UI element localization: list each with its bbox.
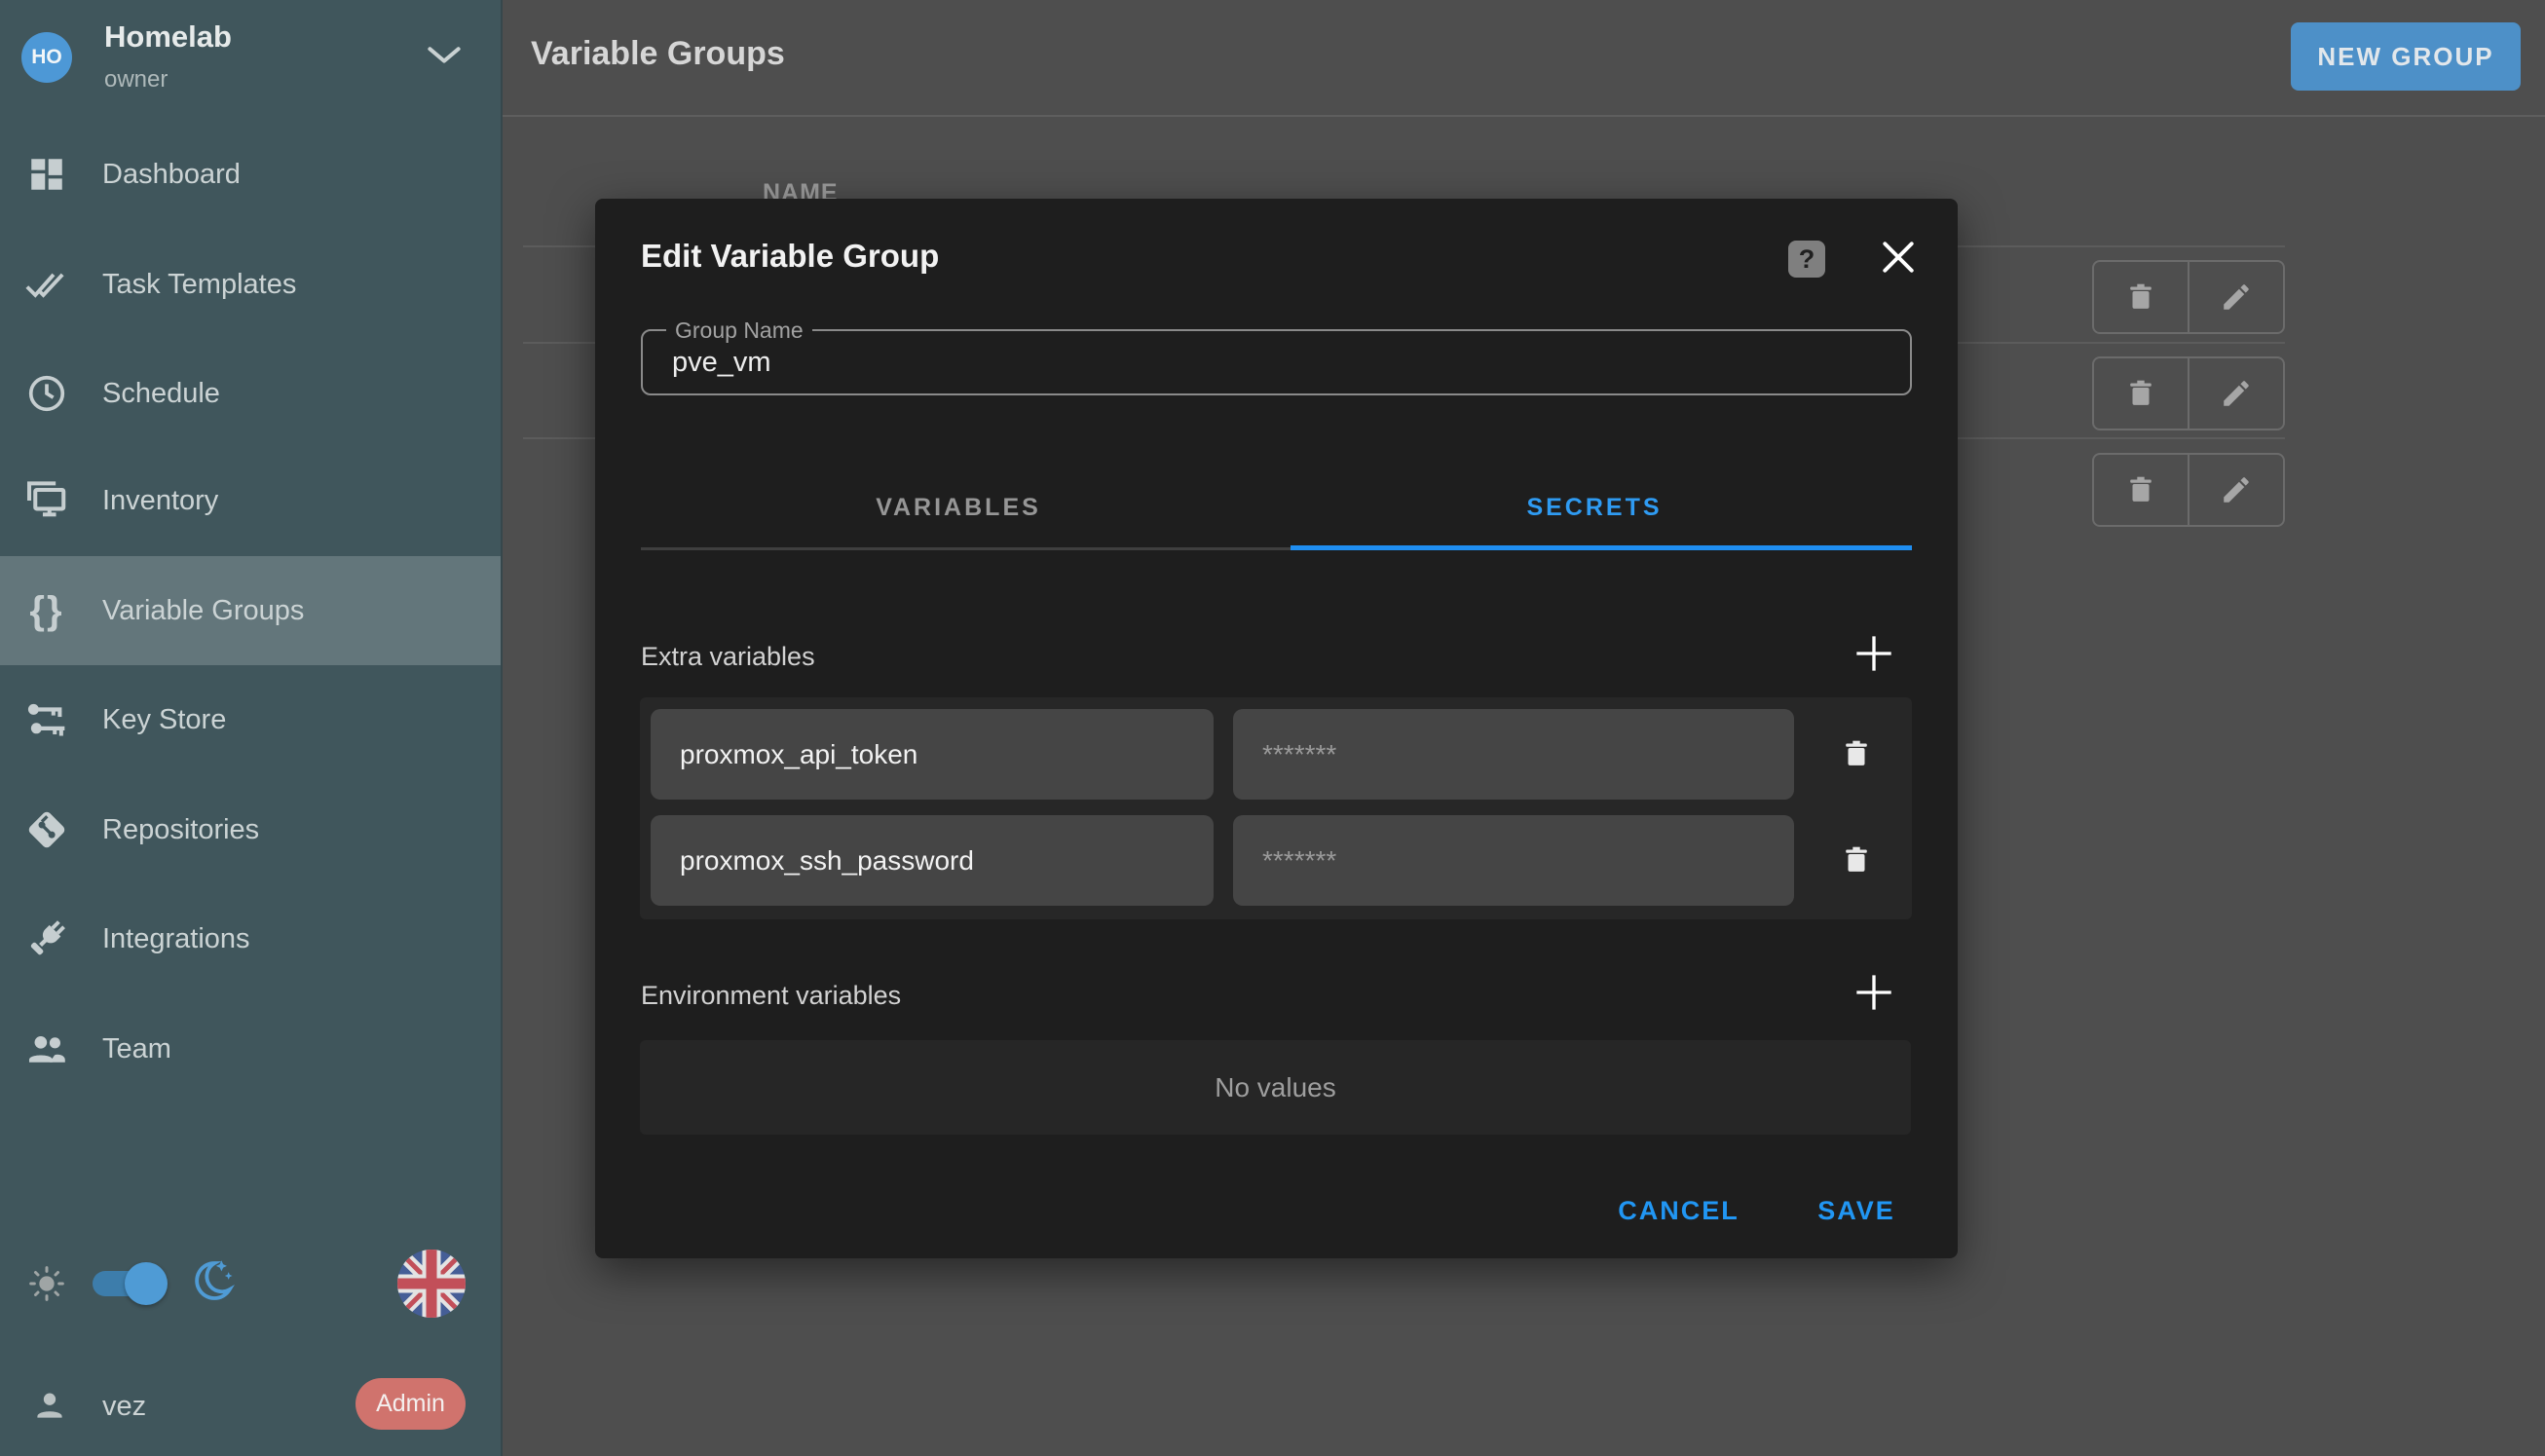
monitor-icon [24,478,69,523]
delete-group-button[interactable] [2094,358,2188,429]
workspace-avatar[interactable]: HO [21,32,72,83]
plus-icon [1853,972,1894,1013]
app-root: HO Homelab owner Dashboard Task Template… [0,0,2545,1456]
delete-group-button[interactable] [2094,262,2188,332]
pencil-icon [2220,280,2253,314]
extra-variables-label: Extra variables [641,642,815,672]
edit-variable-group-dialog: Edit Variable Group ? Group Name VARIABL… [595,199,1958,1258]
add-environment-variable-button[interactable] [1853,972,1894,1013]
secret-value-input[interactable] [1233,709,1794,800]
tab-underline-inactive [641,547,1291,550]
close-icon[interactable] [1883,242,1914,273]
sidebar-item-schedule[interactable]: Schedule [0,339,501,448]
table-row-actions [2092,260,2285,334]
secret-value-input[interactable] [1233,815,1794,906]
help-icon[interactable]: ? [1788,241,1825,278]
tab-secrets[interactable]: SECRETS [1277,467,1912,547]
page-title: Variable Groups [531,35,785,73]
trash-icon [1840,737,1873,770]
people-icon [24,1027,69,1071]
edit-group-button[interactable] [2188,455,2283,525]
delete-secret-button[interactable] [1840,843,1873,877]
curly-braces-icon: {} [24,588,69,633]
language-flag-uk[interactable] [397,1250,466,1318]
header-divider [503,115,2545,117]
environment-variables-label: Environment variables [641,981,901,1011]
delete-group-button[interactable] [2094,455,2188,525]
group-name-field: Group Name [641,329,1912,395]
double-check-icon [24,262,69,307]
user-name: vez [102,1391,146,1423]
sidebar-item-team[interactable]: Team [0,994,501,1103]
table-row-actions [2092,356,2285,430]
trash-icon [2124,280,2157,314]
git-icon [24,807,69,852]
add-extra-variable-button[interactable] [1853,633,1894,674]
sidebar-item-integrations[interactable]: Integrations [0,884,501,993]
user-icon [32,1388,67,1423]
edit-group-button[interactable] [2188,358,2283,429]
sidebar-item-variable-groups[interactable]: {} Variable Groups [0,556,501,665]
trash-icon [2124,473,2157,506]
sun-icon [27,1264,66,1303]
group-name-input[interactable] [643,331,1910,393]
secret-name-input[interactable] [651,815,1214,906]
save-button[interactable]: SAVE [1803,1190,1910,1231]
sidebar-item-task-templates[interactable]: Task Templates [0,230,501,339]
sidebar-item-inventory[interactable]: Inventory [0,446,501,555]
sidebar-item-key-store[interactable]: Key Store [0,665,501,774]
workspace-role: owner [104,66,168,93]
theme-toggle-knob[interactable] [125,1262,168,1305]
secret-name-input[interactable] [651,709,1214,800]
new-group-button[interactable]: NEW GROUP [2291,22,2521,91]
clock-icon [24,371,69,416]
plug-icon [24,916,69,961]
keys-icon [24,697,69,742]
tab-variables[interactable]: VARIABLES [641,467,1276,547]
admin-badge: Admin [356,1378,466,1430]
table-row-actions [2092,453,2285,527]
tab-underline-active [1291,545,1912,550]
dialog-title: Edit Variable Group [641,238,939,275]
dashboard-icon [24,152,69,197]
extra-variables-panel [640,697,1912,919]
pencil-icon [2220,377,2253,410]
sidebar-item-dashboard[interactable]: Dashboard [0,120,501,229]
edit-group-button[interactable] [2188,262,2283,332]
environment-variables-empty: No values [640,1040,1911,1135]
cancel-button[interactable]: CANCEL [1608,1190,1749,1231]
pencil-icon [2220,473,2253,506]
plus-icon [1853,633,1894,674]
moon-icon [190,1258,235,1303]
chevron-down-icon[interactable] [427,43,462,68]
sidebar: HO Homelab owner Dashboard Task Template… [0,0,503,1456]
sidebar-item-repositories[interactable]: Repositories [0,775,501,884]
delete-secret-button[interactable] [1840,737,1873,770]
trash-icon [1840,843,1873,877]
workspace-name[interactable]: Homelab [104,19,232,55]
trash-icon [2124,377,2157,410]
